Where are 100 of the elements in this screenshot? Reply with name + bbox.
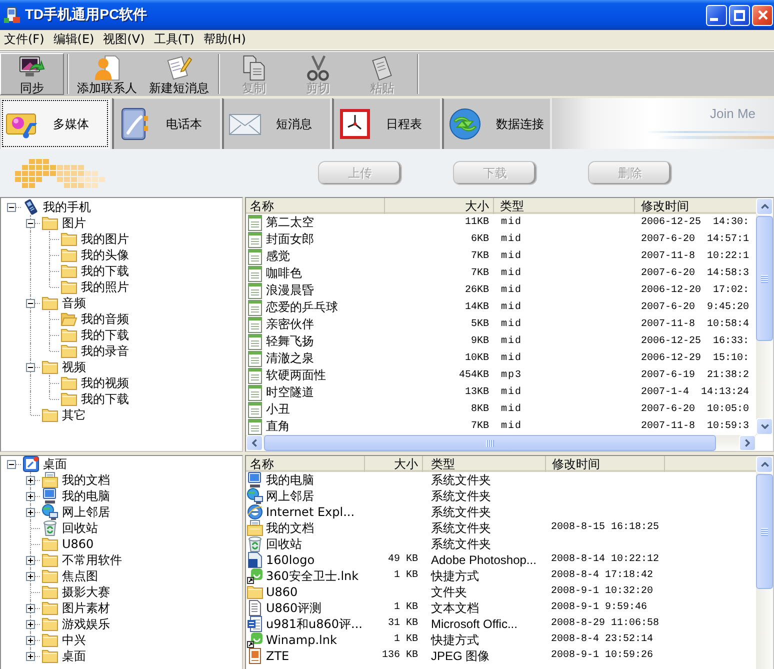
maximize-button[interactable] xyxy=(729,4,750,26)
modified-time: 2008-8-29 11:06:58 xyxy=(551,617,660,631)
copy-icon xyxy=(241,55,267,81)
network-icon xyxy=(42,504,58,520)
tree-item[interactable]: 我的手机 xyxy=(23,199,93,215)
toolbar-button[interactable]: 同步 xyxy=(0,53,64,95)
scroll-up-button[interactable] xyxy=(756,198,773,215)
menu-item[interactable]: 文件(F) xyxy=(0,30,50,49)
modified-time: 2007-6-19 21:38:2 xyxy=(641,369,750,383)
tree-item[interactable]: 我的图片 xyxy=(61,231,131,247)
column-header[interactable]: 修改时间 xyxy=(635,198,756,214)
tree-item[interactable]: 我的下载 xyxy=(61,263,131,279)
tree-expander[interactable] xyxy=(26,572,35,581)
tab[interactable]: 短消息 xyxy=(222,98,330,149)
column-header[interactable]: 大小 xyxy=(365,456,423,472)
tab[interactable]: 电话本 xyxy=(112,98,220,149)
file-type: mid xyxy=(501,402,522,417)
vertical-scrollbar[interactable] xyxy=(756,456,773,669)
menu-item[interactable]: 帮助(H) xyxy=(200,30,251,49)
column-header[interactable]: 名称 xyxy=(246,198,385,214)
tree-item[interactable]: 不常用软件 xyxy=(42,552,124,568)
tab[interactable]: 多媒体 xyxy=(0,98,110,149)
tree-expander[interactable] xyxy=(26,636,35,645)
tree-item[interactable]: 我的音频 xyxy=(61,311,131,327)
file-name: 软硬两面性 xyxy=(266,367,326,384)
file-name: u981和u860评... xyxy=(266,616,362,632)
file-size: 6KB xyxy=(470,233,489,247)
tree-item[interactable]: 中兴 xyxy=(42,632,88,648)
close-button[interactable] xyxy=(752,4,773,26)
file-type: 快捷方式 xyxy=(431,632,479,648)
modified-time: 2007-6-20 10:05:0 xyxy=(641,403,750,417)
tree-item[interactable]: 我的照片 xyxy=(61,279,131,295)
tree-expander[interactable] xyxy=(26,604,35,613)
tree-expander[interactable] xyxy=(26,620,35,629)
modified-time: 2006-12-25 14:30: xyxy=(641,216,750,230)
network-icon xyxy=(247,488,263,504)
modified-time: 2008-8-15 16:18:25 xyxy=(551,521,660,535)
toolbar-button[interactable]: 添加联系人 xyxy=(71,53,143,95)
tree-item[interactable]: 音频 xyxy=(42,295,88,311)
tree-item[interactable]: 我的视频 xyxy=(61,375,131,391)
tree-item[interactable]: 我的文档 xyxy=(42,472,112,488)
tree-item[interactable]: 我的下载 xyxy=(61,327,131,343)
tree-item[interactable]: 游戏娱乐 xyxy=(42,616,112,632)
add-contact-icon xyxy=(94,55,120,81)
tree-item[interactable]: U860 xyxy=(42,536,96,552)
scroll-thumb[interactable] xyxy=(756,474,773,589)
tree-item[interactable]: 视频 xyxy=(42,359,88,375)
file-type: 文本文档 xyxy=(431,600,479,616)
tree-item[interactable]: 我的头像 xyxy=(61,247,131,263)
column-header[interactable]: 类型 xyxy=(423,456,546,472)
tree-item[interactable]: 我的下载 xyxy=(61,391,131,407)
tree-expander[interactable] xyxy=(7,203,16,212)
scroll-down-button[interactable] xyxy=(756,418,773,435)
scroll-right-button[interactable] xyxy=(739,435,756,451)
tree-item[interactable]: 我的录音 xyxy=(61,343,131,359)
tree-expander[interactable] xyxy=(7,460,16,469)
scroll-thumb[interactable] xyxy=(756,216,773,341)
tab[interactable]: 日程表 xyxy=(332,98,440,149)
tree-expander[interactable] xyxy=(26,363,35,372)
tree-expander[interactable] xyxy=(26,556,35,565)
vertical-scrollbar[interactable] xyxy=(756,198,773,435)
file-size: 11KB xyxy=(464,216,489,230)
tree-item[interactable]: 焦点图 xyxy=(42,568,100,584)
menu-item[interactable]: 工具(T) xyxy=(150,30,200,49)
tree-expander[interactable] xyxy=(26,652,35,661)
tree-item[interactable]: 桌面 xyxy=(23,456,69,472)
file-icon xyxy=(247,552,263,568)
tab[interactable]: 数据连接 xyxy=(442,98,550,149)
tree-item[interactable]: 回收站 xyxy=(42,520,100,536)
column-header[interactable]: 修改时间 xyxy=(546,456,665,472)
tree-expander[interactable] xyxy=(26,508,35,517)
menu-item[interactable]: 视图(V) xyxy=(99,30,150,49)
tree-item[interactable]: 桌面 xyxy=(42,648,88,664)
column-header[interactable]: 大小 xyxy=(385,198,494,214)
tree-expander[interactable] xyxy=(26,492,35,501)
tree-expander[interactable] xyxy=(26,299,35,308)
tree-item[interactable]: 网上邻居 xyxy=(42,504,112,520)
minimize-button[interactable] xyxy=(706,4,727,26)
menu-item[interactable]: 编辑(E) xyxy=(49,30,100,49)
scroll-left-button[interactable] xyxy=(246,435,263,451)
file-type: 系统文件夹 xyxy=(431,488,491,504)
chevron-up-icon xyxy=(760,462,768,467)
tree-item[interactable]: 摄影大赛 xyxy=(42,584,112,600)
chevron-up-icon xyxy=(760,204,768,209)
window-title: TD手机通用PC软件 xyxy=(25,6,148,24)
file-name: 小丑 xyxy=(266,401,290,418)
file-size: 8KB xyxy=(470,403,489,417)
file-name: 我的电脑 xyxy=(266,472,314,488)
toolbar-button[interactable]: 新建短消息 xyxy=(143,53,215,95)
tree-item[interactable]: 我的电脑 xyxy=(42,488,112,504)
tree-expander[interactable] xyxy=(26,476,35,485)
column-header[interactable]: 类型 xyxy=(494,198,635,214)
tree-item[interactable]: 其它 xyxy=(42,407,88,423)
chevron-right-icon xyxy=(745,439,750,447)
file-size: 1 KB xyxy=(394,569,418,583)
tree-item[interactable]: 图片 xyxy=(42,215,88,231)
file-name: 直角 xyxy=(266,418,290,435)
tree-item[interactable]: 图片素材 xyxy=(42,600,112,616)
scroll-up-button[interactable] xyxy=(756,456,773,473)
tree-expander[interactable] xyxy=(26,219,35,228)
